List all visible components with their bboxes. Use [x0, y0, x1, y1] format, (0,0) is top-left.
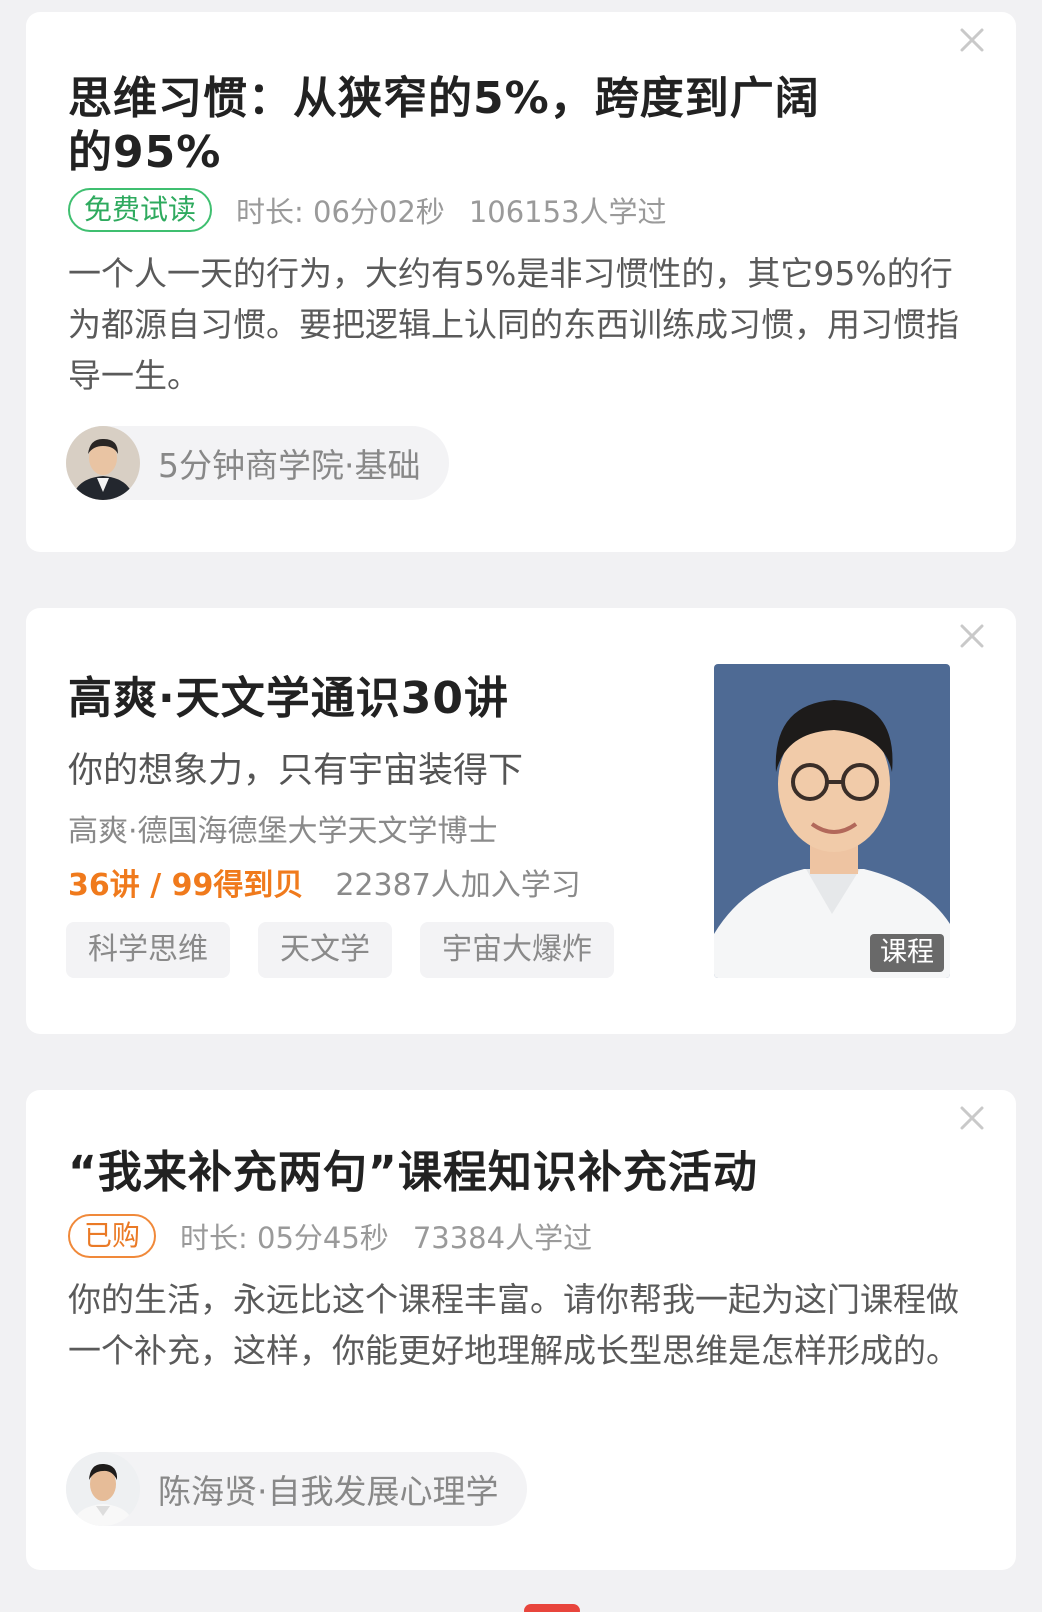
learners-count: 106153人学过	[468, 195, 667, 229]
tag-astronomy[interactable]: 天文学	[258, 922, 392, 978]
author-name: 5分钟商学院·基础	[158, 446, 421, 485]
course-learners: 22387人加入学习	[335, 868, 581, 903]
learners-count: 73384人学过	[412, 1221, 593, 1255]
author-avatar	[66, 1452, 140, 1526]
course-title[interactable]: 高爽·天文学通识30讲	[68, 672, 509, 726]
article-card[interactable]: “我来补充两句”课程知识补充活动 已购 时长: 05分45秒 73384人学过 …	[26, 1090, 1016, 1570]
article-meta: 已购 时长: 05分45秒 73384人学过	[68, 1214, 592, 1258]
course-price-row: 36讲 / 99得到贝 22387人加入学习	[68, 860, 581, 904]
course-subtitle: 你的想象力，只有宇宙装得下	[68, 751, 524, 791]
course-cover-image[interactable]: 课程	[714, 664, 950, 978]
tag-big-bang[interactable]: 宇宙大爆炸	[420, 922, 614, 978]
article-card[interactable]: 思维习惯：从狭窄的5%，跨度到广阔的95% 免费试读 时长: 06分02秒 10…	[26, 12, 1016, 552]
article-description: 你的生活，永远比这个课程丰富。请你帮我一起为这门课程做一个补充，这样，你能更好地…	[68, 1280, 959, 1370]
article-description: 一个人一天的行为，大约有5%是非习惯性的，其它95%的行为都源自习惯。要把逻辑上…	[68, 254, 959, 395]
author-avatar	[66, 426, 140, 500]
author-chip[interactable]: 5分钟商学院·基础	[66, 426, 449, 500]
tag-science-thinking[interactable]: 科学思维	[66, 922, 230, 978]
article-meta: 免费试读 时长: 06分02秒 106153人学过	[68, 188, 667, 232]
close-icon[interactable]	[958, 26, 986, 54]
purchased-badge: 已购	[68, 1214, 157, 1258]
article-title[interactable]: “我来补充两句”课程知识补充活动	[68, 1146, 968, 1200]
course-tags: 科学思维 天文学 宇宙大爆炸	[66, 922, 614, 978]
close-icon[interactable]	[958, 622, 986, 650]
course-price: 36讲 / 99得到贝	[68, 868, 304, 903]
author-chip[interactable]: 陈海贤·自我发展心理学	[66, 1452, 527, 1526]
article-title[interactable]: 思维习惯：从狭窄的5%，跨度到广阔的95%	[68, 72, 848, 180]
bottom-indicator	[524, 1604, 580, 1612]
close-icon[interactable]	[958, 1104, 986, 1132]
course-card[interactable]: 高爽·天文学通识30讲 你的想象力，只有宇宙装得下 高爽·德国海德堡大学天文学博…	[26, 608, 1016, 1034]
author-name: 陈海贤·自我发展心理学	[158, 1472, 499, 1511]
course-teacher: 高爽·德国海德堡大学天文学博士	[68, 814, 498, 849]
course-type-label: 课程	[870, 934, 944, 972]
duration-text: 时长: 06分02秒	[236, 195, 445, 229]
duration-text: 时长: 05分45秒	[180, 1221, 389, 1255]
free-trial-badge: 免费试读	[68, 188, 213, 232]
